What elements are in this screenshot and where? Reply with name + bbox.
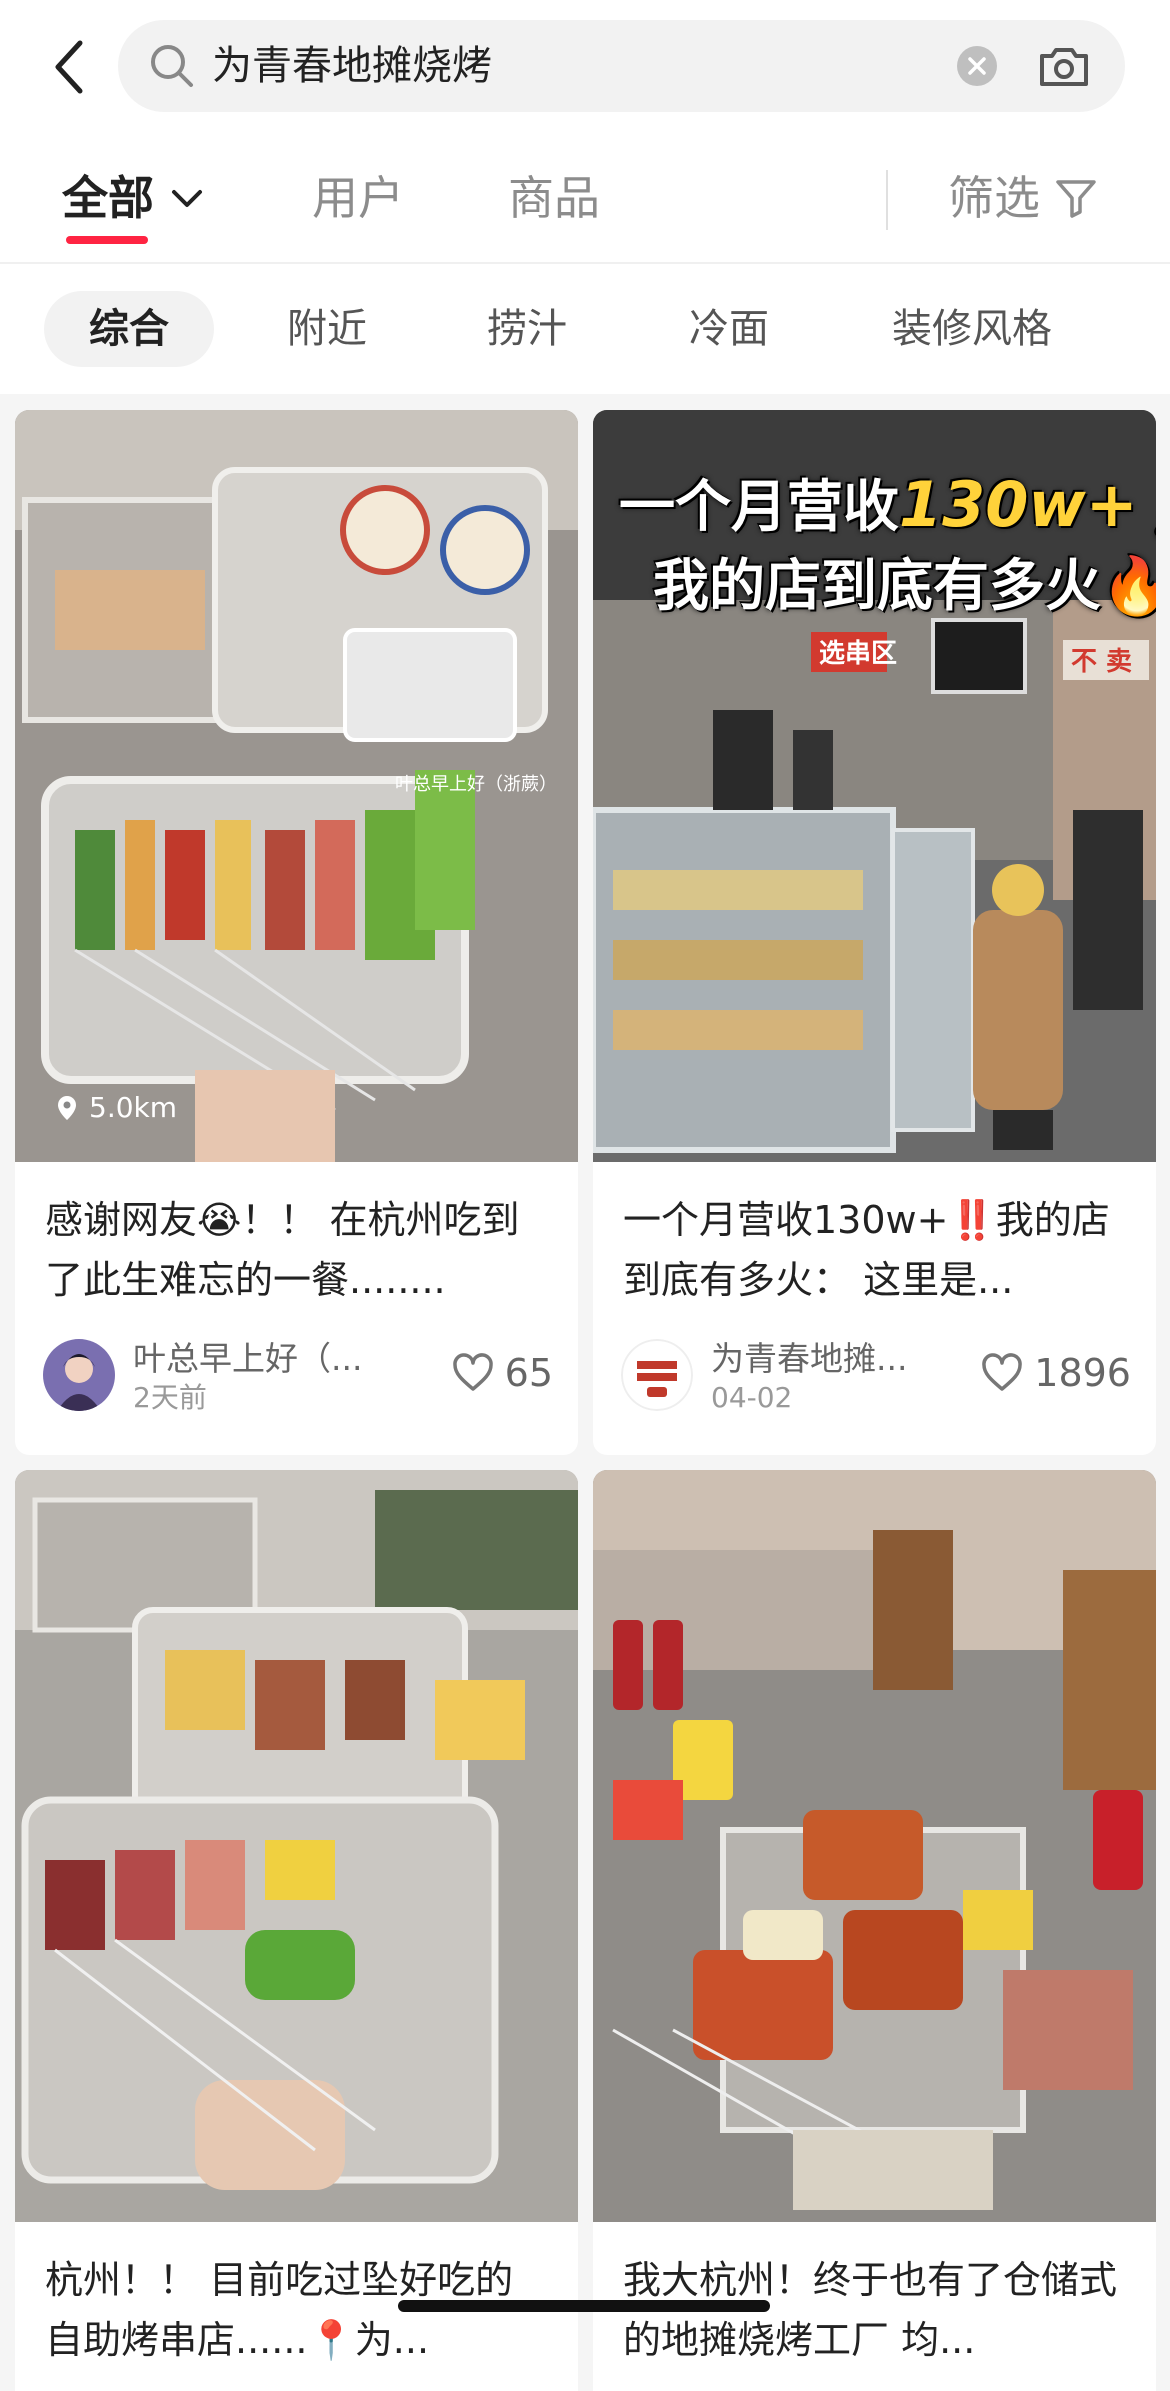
tab-goods[interactable]: 商品 <box>508 168 600 228</box>
heart-icon <box>452 1353 493 1391</box>
avatar[interactable] <box>621 1339 693 1411</box>
cover-watermark: 叶总早上好（浙蕨） <box>395 774 557 795</box>
search-header: 为青春地摊烧烤 <box>0 0 1170 130</box>
cover-overlay-line-1-prefix: 一个月营收 <box>619 475 899 540</box>
cover-overlay-line-2: 我的店到底有多火🔥 <box>653 554 1156 619</box>
tab-all[interactable]: 全部 <box>62 168 204 228</box>
like-count: 65 <box>504 1351 553 1395</box>
search-results-page: 为青春地摊烧烤 全部 用户 商品 筛选 综合 附近 捞汁 冷面 装修风格 叶总早… <box>0 0 1170 2391</box>
note-cover-image[interactable]: 叶总早上好（浙蕨） 5.0km <box>15 410 578 1162</box>
author-name[interactable]: 为青春地摊... <box>711 1339 951 1379</box>
like-button[interactable]: 1896 <box>980 1351 1131 1395</box>
chip-laozhi[interactable]: 捞汁 <box>462 291 592 367</box>
author-row: 为青春地摊... 04-02 1896 <box>621 1335 1131 1415</box>
cover-sign-not-sold: 不 卖 <box>1071 647 1132 677</box>
tab-users[interactable]: 用户 <box>312 168 404 228</box>
chevron-down-icon <box>172 190 202 207</box>
post-date: 2天前 <box>133 1381 207 1414</box>
result-type-tabs: 全部 用户 商品 筛选 <box>0 140 1170 264</box>
chip-comprehensive[interactable]: 综合 <box>44 291 214 367</box>
clear-icon[interactable] <box>956 45 998 87</box>
distance-text: 5.0km <box>89 1091 178 1124</box>
chip-decor-style[interactable]: 装修风格 <box>862 291 1082 367</box>
note-card[interactable]: 我大杭州！终于也有了仓储式的地摊烧烤工厂 均... <box>593 1470 1156 2391</box>
note-card[interactable]: 选串区 不 卖 一个月营收130w+‼️ 我的店到底有多火🔥 一个月营收130 <box>593 410 1156 1455</box>
search-input[interactable]: 为青春地摊烧烤 <box>118 20 1125 112</box>
search-query-text[interactable]: 为青春地摊烧烤 <box>212 42 492 90</box>
camera-icon[interactable] <box>1036 38 1092 94</box>
cover-overlay-line-1-highlight: 130w+‼️ <box>899 468 1156 541</box>
tabs-divider <box>886 170 888 230</box>
filter-label: 筛选 <box>948 171 1040 225</box>
cover-overlay-line-1: 一个月营收130w+‼️ <box>619 470 1156 543</box>
note-title[interactable]: 感谢网友😭！！ 在杭州吃到了此生难忘的一餐........ <box>45 1190 550 1310</box>
note-cover-image[interactable]: 选串区 不 卖 一个月营收130w+‼️ 我的店到底有多火🔥 <box>593 410 1156 1162</box>
tab-all-label: 全部 <box>62 171 154 225</box>
search-icon <box>151 45 193 87</box>
chip-cold-noodles[interactable]: 冷面 <box>664 291 794 367</box>
author-name[interactable]: 叶总早上好（... <box>133 1339 373 1379</box>
post-date: 04-02 <box>711 1381 793 1414</box>
like-count: 1896 <box>1034 1351 1131 1395</box>
back-button[interactable] <box>44 32 94 102</box>
note-title[interactable]: 一个月营收130w+‼️我的店到底有多火： 这里是... <box>623 1190 1128 1310</box>
note-card[interactable]: 叶总早上好（浙蕨） 5.0km 感谢网友😭！！ 在杭州吃到了此生难忘的一餐...… <box>15 410 578 1455</box>
location-pin-icon <box>58 1096 76 1120</box>
like-button[interactable]: 65 <box>451 1351 553 1395</box>
note-cover-image[interactable] <box>593 1470 1156 2222</box>
funnel-icon <box>1056 180 1096 218</box>
note-cover-image[interactable] <box>15 1470 578 2222</box>
heart-icon <box>982 1353 1023 1391</box>
author-row: 叶总早上好（... 2天前 65 <box>43 1335 553 1415</box>
note-card[interactable]: 杭州！！ 目前吃过坠好吃的自助烤串店......📍为... <box>15 1470 578 2391</box>
avatar[interactable] <box>43 1339 115 1411</box>
chevron-left-icon <box>55 40 83 94</box>
distance-badge: 5.0km <box>53 1090 177 1126</box>
chip-nearby[interactable]: 附近 <box>262 291 392 367</box>
subcategory-chips: 综合 附近 捞汁 冷面 装修风格 <box>0 264 1170 394</box>
home-indicator <box>398 2300 770 2312</box>
filter-button[interactable]: 筛选 <box>948 168 1098 228</box>
active-tab-indicator <box>66 236 148 244</box>
cover-sign-select-area: 选串区 <box>819 639 897 669</box>
